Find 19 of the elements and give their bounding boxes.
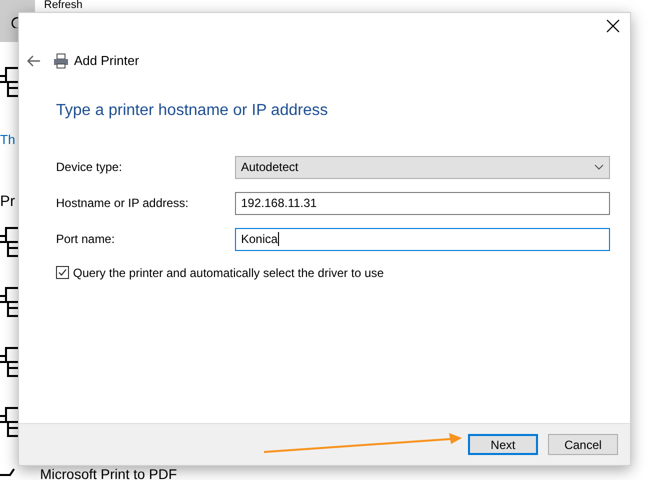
link-text[interactable]: Th	[0, 130, 16, 150]
close-icon[interactable]	[606, 19, 620, 33]
printer-name[interactable]: Microsoft Print to PDF	[40, 464, 177, 480]
page-heading: Type a printer hostname or IP address	[56, 100, 329, 120]
dialog-button[interactable]: Cancel	[548, 434, 618, 455]
dialog-button[interactable]: Next	[468, 434, 538, 455]
back-arrow-icon[interactable]	[27, 54, 41, 67]
device-type-dropdown[interactable]: Autodetect	[235, 156, 610, 178]
text-field[interactable]: 192.168.11.31	[235, 192, 610, 214]
text-field[interactable]: Konica	[235, 228, 610, 250]
window-title: Add Printer	[74, 52, 140, 70]
field-label: Port name:	[56, 231, 116, 248]
section-heading: Pr	[0, 192, 15, 212]
field-label: Hostname or IP address:	[56, 195, 190, 212]
chevron-down-icon	[594, 164, 604, 170]
field-label: Device type:	[56, 159, 124, 176]
checkbox[interactable]	[56, 266, 69, 279]
refresh-label: Refresh	[44, 0, 83, 12]
checkbox-label: Query the printer and automatically select the driver to use	[73, 264, 384, 282]
